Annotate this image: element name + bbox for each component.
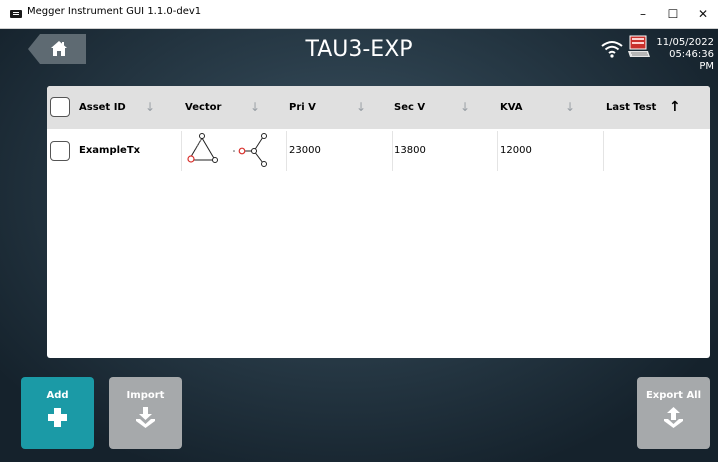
- title-bar: Megger Instrument GUI 1.1.0-dev1 – ☐ ✕: [0, 0, 718, 29]
- maximize-button[interactable]: ☐: [660, 4, 686, 24]
- select-all-checkbox[interactable]: [50, 97, 70, 117]
- row-checkbox[interactable]: [50, 141, 70, 161]
- sort-arrow-icon[interactable]: ↓: [145, 86, 155, 129]
- import-button[interactable]: Import: [109, 377, 182, 449]
- add-button[interactable]: Add: [21, 377, 94, 449]
- table-header: Asset ID ↓ Vector ↓ Pri V ↓ Sec V ↓ KVA …: [47, 86, 710, 129]
- import-label: Import: [126, 390, 165, 401]
- sort-arrow-icon[interactable]: ↓: [356, 86, 366, 129]
- cell-kva: 12000: [500, 145, 532, 156]
- export-all-label: Export All: [645, 390, 702, 401]
- table-row[interactable]: ExampleTx 23000 13800 12000: [47, 129, 710, 173]
- vector-diagram: [187, 133, 267, 167]
- export-all-button[interactable]: Export All: [637, 377, 710, 449]
- sort-arrow-icon[interactable]: ↓: [250, 86, 260, 129]
- column-last-test[interactable]: Last Test: [606, 86, 656, 129]
- asset-table: Asset ID ↓ Vector ↓ Pri V ↓ Sec V ↓ KVA …: [47, 86, 710, 358]
- lcd-status-icon: [628, 35, 650, 57]
- column-kva[interactable]: KVA: [500, 86, 523, 129]
- add-label: Add: [46, 390, 69, 401]
- plus-icon: [48, 408, 67, 427]
- sort-arrow-icon[interactable]: ↑: [669, 86, 681, 129]
- time-label: 05:46:36 PM: [669, 49, 714, 72]
- column-asset-id[interactable]: Asset ID: [79, 86, 126, 129]
- column-divider: [392, 131, 393, 171]
- cell-sec-v: 13800: [394, 145, 426, 156]
- sort-arrow-icon[interactable]: ↓: [565, 86, 575, 129]
- delta-vector-icon: [187, 133, 218, 163]
- column-divider: [286, 131, 287, 171]
- date-label: 11/05/2022: [656, 37, 714, 48]
- wifi-icon: [601, 41, 623, 58]
- cell-asset-id: ExampleTx: [79, 145, 141, 156]
- close-button[interactable]: ✕: [690, 4, 716, 24]
- column-pri-v[interactable]: Pri V: [289, 86, 316, 129]
- export-icon: [664, 407, 683, 428]
- cell-pri-v: 23000: [289, 145, 321, 156]
- import-icon: [136, 407, 155, 428]
- column-sec-v[interactable]: Sec V: [394, 86, 425, 129]
- column-vector[interactable]: Vector: [185, 86, 221, 129]
- app-icon: [10, 10, 22, 18]
- app-area: TAU3-EXP 11/05/2022 05:46:36 PM Asset ID…: [0, 29, 718, 462]
- column-divider: [497, 131, 498, 171]
- window-title: Megger Instrument GUI 1.1.0-dev1: [27, 6, 202, 17]
- wye-vector-icon: [233, 133, 267, 167]
- column-divider: [603, 131, 604, 171]
- date-time: 11/05/2022 05:46:36 PM: [652, 37, 714, 73]
- minimize-button[interactable]: –: [630, 4, 656, 24]
- sort-arrow-icon[interactable]: ↓: [460, 86, 470, 129]
